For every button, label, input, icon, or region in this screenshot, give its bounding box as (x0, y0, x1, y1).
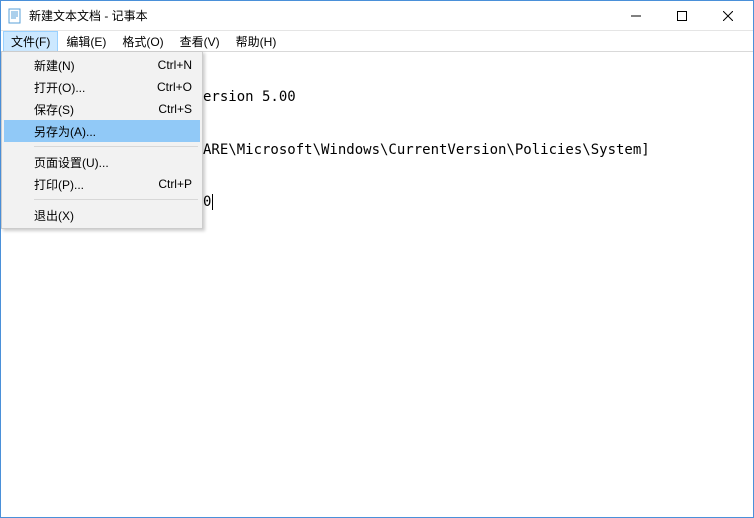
menu-separator (34, 146, 198, 147)
menu-edit[interactable]: 编辑(E) (58, 31, 114, 52)
menu-item-exit[interactable]: 退出(X) (4, 204, 200, 226)
text-caret (212, 194, 213, 210)
window-title: 新建文本文档 - 记事本 (29, 7, 148, 24)
maximize-button[interactable] (659, 1, 705, 30)
menu-item-label: 打开(O)... (34, 79, 157, 96)
window-controls (613, 1, 751, 30)
menu-item-label: 新建(N) (34, 57, 158, 74)
menu-item-page-setup[interactable]: 页面设置(U)... (4, 151, 200, 173)
file-menu-dropdown: 新建(N) Ctrl+N 打开(O)... Ctrl+O 保存(S) Ctrl+… (1, 51, 203, 229)
menu-item-label: 保存(S) (34, 101, 158, 118)
menu-item-label: 页面设置(U)... (34, 154, 192, 171)
menu-separator (34, 199, 198, 200)
minimize-button[interactable] (613, 1, 659, 30)
menu-item-open[interactable]: 打开(O)... Ctrl+O (4, 76, 200, 98)
menu-item-shortcut: Ctrl+P (158, 177, 192, 191)
menu-item-label: 退出(X) (34, 207, 192, 224)
menu-file[interactable]: 文件(F) (3, 31, 58, 52)
menu-help[interactable]: 帮助(H) (228, 31, 285, 52)
menu-item-shortcut: Ctrl+S (158, 102, 192, 116)
menu-view[interactable]: 查看(V) (172, 31, 228, 52)
menu-item-shortcut: Ctrl+N (158, 58, 192, 72)
close-button[interactable] (705, 1, 751, 30)
menu-format[interactable]: 格式(O) (114, 31, 171, 52)
menu-item-save[interactable]: 保存(S) Ctrl+S (4, 98, 200, 120)
title-bar: 新建文本文档 - 记事本 (1, 1, 753, 31)
menu-item-label: 打印(P)... (34, 176, 158, 193)
menu-item-print[interactable]: 打印(P)... Ctrl+P (4, 173, 200, 195)
menu-item-save-as[interactable]: 另存为(A)... (4, 120, 200, 142)
menu-item-label: 另存为(A)... (34, 123, 192, 140)
menu-bar: 文件(F) 编辑(E) 格式(O) 查看(V) 帮助(H) (1, 31, 753, 52)
menu-item-shortcut: Ctrl+O (157, 80, 192, 94)
notepad-icon (7, 8, 23, 24)
menu-item-new[interactable]: 新建(N) Ctrl+N (4, 54, 200, 76)
text-line-3-content: 0 (203, 194, 211, 210)
